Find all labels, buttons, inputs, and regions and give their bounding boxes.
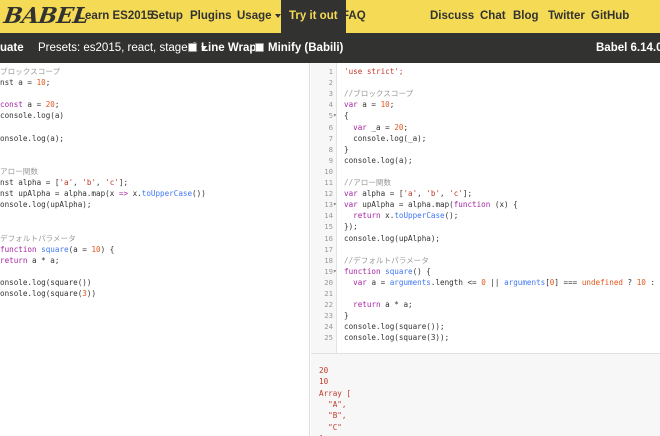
code-line: return a * a; xyxy=(0,255,60,265)
minify-label: Minify (Babili) xyxy=(268,42,344,54)
line-number: 19 xyxy=(324,266,333,276)
line-number: 15 xyxy=(324,222,333,232)
code-line: console.log(upAlpha); xyxy=(344,233,441,243)
line-number: 4 xyxy=(328,100,333,110)
code-line: var _a = 20; xyxy=(353,122,409,132)
console-line: "A", xyxy=(319,399,347,409)
code-line: } xyxy=(344,144,349,154)
nav-usage[interactable]: Usage xyxy=(237,0,281,33)
code-line: //アロー関数 xyxy=(344,178,392,187)
code-line: return x.toUpperCase(); xyxy=(353,211,459,221)
line-number: 9 xyxy=(328,155,333,165)
nav-twitter[interactable]: Twitter xyxy=(548,0,585,33)
code-line: var alpha = ['a', 'b', 'c']; xyxy=(344,189,473,199)
line-number: 17 xyxy=(324,244,333,254)
console-line: 10 xyxy=(319,377,329,387)
line-number: 25 xyxy=(324,333,333,343)
console-line: "C" xyxy=(319,422,342,432)
nav-plugins[interactable]: Plugins xyxy=(190,0,232,33)
code-line: function square(a = 10) { xyxy=(0,244,115,254)
code-line: var upAlpha = alpha.map(function (x) { xyxy=(344,200,518,210)
code-line: nst upAlpha = alpha.map(x => x.toUpperCa… xyxy=(0,189,206,199)
line-number: 21 xyxy=(324,289,333,298)
code-line: nst a = 10; xyxy=(0,78,51,88)
nav-chat[interactable]: Chat xyxy=(480,0,506,33)
code-line: function square() { xyxy=(344,266,431,276)
line-number: 13 xyxy=(324,200,333,210)
line-number: 23 xyxy=(324,311,333,321)
code-line: onsole.log(a); xyxy=(0,133,65,143)
nav-github[interactable]: GitHub xyxy=(591,0,629,33)
code-line: //デフォルトパラメータ xyxy=(344,255,429,265)
line-wrap-toggle[interactable]: Line Wrap xyxy=(188,33,256,63)
nav-usage-label: Usage xyxy=(237,10,272,22)
code-line: デフォルトパラメータ xyxy=(0,233,76,243)
line-number: 6 xyxy=(328,122,333,132)
line-number: 24 xyxy=(324,322,333,332)
line-wrap-checkbox[interactable] xyxy=(188,43,197,52)
minify-toggle[interactable]: Minify (Babili) xyxy=(255,33,343,63)
repl-toolbar: uate Presets: es2015, react, stage-2 Lin… xyxy=(0,33,660,63)
nav-blog[interactable]: Blog xyxy=(513,0,539,33)
code-line: console.log(a) xyxy=(0,111,65,121)
code-line: 'use strict'; xyxy=(344,67,404,76)
console-line: 20 xyxy=(319,366,329,375)
code-line: console.log(square(3)); xyxy=(344,333,450,343)
code-line: var a = 10; xyxy=(344,100,395,110)
presets-dropdown[interactable]: Presets: es2015, react, stage-2 xyxy=(38,33,207,63)
chevron-down-icon xyxy=(274,13,281,18)
code-line: console.log(square()); xyxy=(344,322,445,332)
line-number: 10 xyxy=(324,166,333,176)
console-line: "B", xyxy=(319,411,347,421)
fold-arrow-icon[interactable]: ▾ xyxy=(333,110,337,121)
line-number: 22 xyxy=(324,300,333,310)
code-line: { xyxy=(344,111,349,121)
babel-version: Babel 6.14.0 xyxy=(596,42,660,54)
line-number: 16 xyxy=(324,233,333,243)
code-line: var a = arguments.length <= 0 || argumen… xyxy=(353,277,660,287)
code-line: } xyxy=(344,311,349,321)
code-line: onsole.log(upAlpha); xyxy=(0,200,92,210)
code-line: //ブロックスコープ xyxy=(344,89,414,99)
code-line: ブロックスコープ xyxy=(0,67,61,76)
code-line: console.log(_a); xyxy=(344,133,427,143)
fold-arrow-icon[interactable]: ▾ xyxy=(333,266,337,277)
evaluate-toggle[interactable]: uate xyxy=(0,33,24,63)
nav-setup[interactable]: Setup xyxy=(151,0,183,33)
babel-logo[interactable]: BABEL xyxy=(2,3,90,29)
minify-checkbox[interactable] xyxy=(255,43,264,52)
nav-try-it-out[interactable]: Try it out xyxy=(281,0,346,33)
nav-faq[interactable]: FAQ xyxy=(342,0,366,33)
code-line: onsole.log(square(3)) xyxy=(0,289,97,299)
line-number-gutter: 1 2 3 4 5 ▾ 6 7 8 9 10 11 12 13 ▾ 14 15 … xyxy=(311,63,337,353)
line-number: 2 xyxy=(328,78,333,88)
code-line: onsole.log(square()) xyxy=(0,278,92,287)
code-line: nst alpha = ['a', 'b', 'c']; xyxy=(0,178,129,188)
line-number: 18 xyxy=(324,255,333,265)
output-editor[interactable]: 1 2 3 4 5 ▾ 6 7 8 9 10 11 12 13 ▾ 14 15 … xyxy=(311,63,660,353)
line-number: 1 xyxy=(328,67,333,76)
line-number: 12 xyxy=(324,189,333,199)
line-number: 8 xyxy=(328,144,333,154)
line-number: 11 xyxy=(324,178,333,187)
line-wrap-label: Line Wrap xyxy=(201,42,257,54)
line-number: 3 xyxy=(328,89,333,99)
presets-label: Presets: es2015, react, stage-2 xyxy=(38,42,198,54)
fold-arrow-icon[interactable]: ▾ xyxy=(333,199,337,210)
code-line: }); xyxy=(344,222,358,232)
nav-learn-es2015[interactable]: Learn ES2015 xyxy=(78,0,153,33)
console-line: Array [ xyxy=(319,388,352,398)
line-number: 7 xyxy=(328,133,333,143)
top-nav: BABEL Learn ES2015 Setup Plugins Usage T… xyxy=(0,0,660,33)
nav-discuss[interactable]: Discuss xyxy=(430,0,474,33)
console-output: 20 10 Array [ "A", "B", "C" ] xyxy=(311,353,660,436)
code-line: const a = 20; xyxy=(0,100,60,110)
line-number: 5 xyxy=(328,111,333,121)
input-editor[interactable]: ブロックスコープ nst a = 10; const a = 20; conso… xyxy=(0,63,310,436)
code-line: return a * a; xyxy=(353,300,413,310)
line-number: 14 xyxy=(324,211,333,221)
code-line: console.log(a); xyxy=(344,155,413,165)
code-line: アロー関数 xyxy=(0,167,38,176)
line-number: 20 xyxy=(324,277,333,287)
